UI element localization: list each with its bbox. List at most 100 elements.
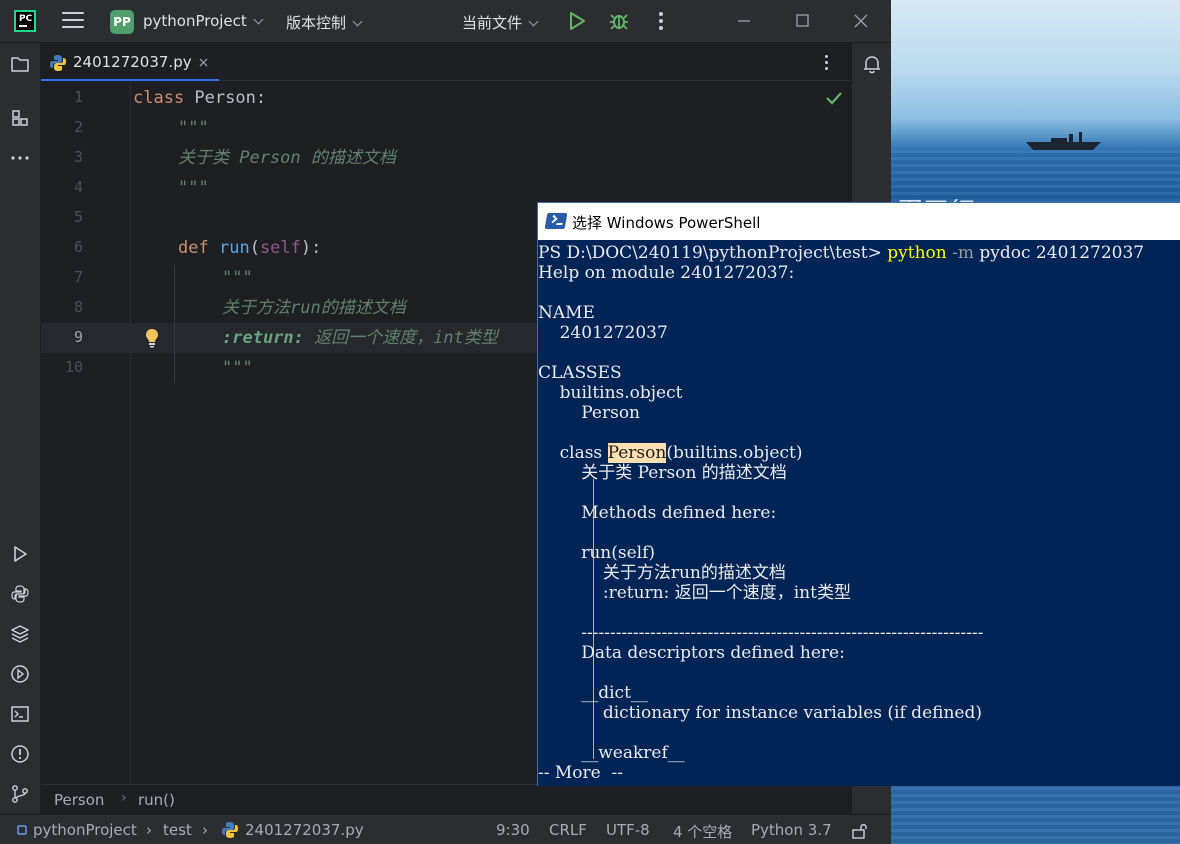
- run-icon[interactable]: [566, 10, 588, 32]
- console-command-line: PS D:\DOC\240119\pythonProject\test> pyt…: [538, 243, 1144, 263]
- chevron-down-icon: [528, 16, 539, 27]
- python-file-icon: [50, 55, 66, 71]
- terminal-icon[interactable]: [9, 703, 31, 725]
- maximize-icon[interactable]: [790, 10, 814, 32]
- problems-icon[interactable]: [9, 743, 31, 765]
- tab-label: 2401272037.py: [73, 53, 192, 71]
- module-icon: [17, 825, 27, 835]
- layers-icon[interactable]: [9, 623, 31, 645]
- breadcrumb-class[interactable]: Person: [54, 791, 104, 809]
- tab-actions-more-icon[interactable]: [823, 55, 829, 73]
- keyword-class: class: [133, 88, 185, 108]
- vcs-menu-label: 版本控制: [286, 14, 347, 32]
- console-line: Person: [538, 403, 640, 423]
- status-project[interactable]: pythonProject: [33, 821, 137, 839]
- debug-icon[interactable]: [608, 10, 630, 32]
- pycharm-logo-icon[interactable]: PC: [14, 10, 36, 32]
- console-line: 关于方法run的描述文档: [538, 563, 786, 583]
- console-line: Help on module 2401272037:: [538, 263, 795, 283]
- docstring-quote: """: [222, 358, 253, 378]
- function-name: run: [218, 238, 250, 258]
- docstring-quote: """: [222, 268, 253, 288]
- line-number: 2: [73, 118, 83, 136]
- code-line-2: """: [133, 113, 851, 143]
- line-number-current: 9: [73, 328, 83, 346]
- folder-icon[interactable]: [9, 53, 31, 75]
- python-console-icon[interactable]: [9, 583, 31, 605]
- boat-icon: [1026, 132, 1101, 150]
- project-switcher[interactable]: pythonProject: [143, 12, 264, 30]
- notifications-icon[interactable]: [861, 53, 883, 75]
- line-number-gutter: 1 2 3 4 5 6 7 8 9 10: [41, 82, 131, 784]
- tab-2401272037-py[interactable]: 2401272037.py ×: [41, 43, 220, 81]
- console-prompt: PS D:\DOC\240119\pythonProject\test>: [538, 243, 888, 263]
- status-caret-position[interactable]: 9:30: [496, 821, 530, 839]
- chevron-down-icon: [253, 14, 264, 25]
- powershell-title-bar[interactable]: 选择 Windows PowerShell: [538, 203, 1180, 240]
- breadcrumb-method[interactable]: run(): [138, 791, 175, 809]
- selected-text: Person: [607, 443, 667, 463]
- docstring-quote: """: [178, 118, 209, 138]
- line-number: 3: [73, 148, 83, 166]
- powershell-title: 选择 Windows PowerShell: [572, 214, 761, 232]
- keyword-def: def: [178, 238, 209, 258]
- run-icon[interactable]: [9, 543, 31, 565]
- console-line: 关于类 Person 的描述文档: [538, 463, 787, 483]
- status-bar: pythonProject › test › 2401272037.py 9:3…: [0, 814, 891, 844]
- docstring-return-tag: :return:: [222, 328, 304, 348]
- code-line-1: class Person:: [133, 83, 851, 113]
- more-icon[interactable]: [658, 12, 664, 32]
- docstring-text: 关于类 Person 的描述文档: [178, 148, 396, 168]
- project-badge[interactable]: PP: [110, 10, 134, 34]
- more-icon[interactable]: [9, 147, 31, 169]
- left-tool-strip: [0, 43, 41, 814]
- minimize-icon[interactable]: [732, 10, 756, 32]
- console-args: pydoc 2401272037: [974, 243, 1145, 263]
- console-line: __dict__: [538, 683, 648, 703]
- status-folder[interactable]: test: [163, 821, 192, 839]
- console-class-line: class Person(builtins.object): [538, 443, 803, 463]
- chevron-down-icon: [352, 16, 363, 27]
- class-name: Person:: [184, 88, 267, 108]
- title-bar: PC PP pythonProject 版本控制 当前文件: [0, 0, 891, 43]
- tab-close-icon[interactable]: ×: [198, 55, 210, 71]
- console-line: run(self): [538, 543, 656, 563]
- logo-text: PC: [19, 14, 33, 24]
- status-line-ending[interactable]: CRLF: [549, 821, 587, 839]
- status-indent[interactable]: 4 个空格: [673, 821, 732, 842]
- docstring-quote: """: [178, 178, 209, 198]
- docstring-text: 关于方法run的描述文档: [222, 298, 406, 318]
- hamburger-menu-icon[interactable]: [62, 12, 84, 30]
- code-line-4: """: [133, 173, 851, 203]
- line-number: 6: [73, 238, 83, 256]
- structure-icon[interactable]: [9, 107, 31, 129]
- console-line: builtins.object: [538, 383, 683, 403]
- services-icon[interactable]: [9, 663, 31, 685]
- console-flag: -m: [946, 243, 974, 263]
- console-line: dictionary for instance variables (if de…: [538, 703, 982, 723]
- console-line: 2401272037: [538, 323, 668, 343]
- unlock-icon[interactable]: [851, 822, 869, 840]
- line-number: 4: [73, 178, 83, 196]
- powershell-window[interactable]: 选择 Windows PowerShell PS D:\DOC\240119\p…: [537, 202, 1180, 786]
- console-line: CLASSES: [538, 363, 622, 383]
- status-separator: ›: [202, 821, 208, 839]
- status-interpreter[interactable]: Python 3.7: [751, 821, 832, 839]
- run-config-label: 当前文件: [462, 14, 523, 32]
- status-encoding[interactable]: UTF-8: [606, 821, 650, 839]
- console-line: Data descriptors defined here:: [538, 643, 845, 663]
- console-more-prompt: -- More --: [538, 763, 624, 783]
- status-file[interactable]: 2401272037.py: [245, 821, 364, 839]
- powershell-icon: [544, 213, 568, 229]
- vcs-menu[interactable]: 版本控制: [286, 12, 363, 33]
- self-param: self: [259, 238, 301, 258]
- console-line: NAME: [538, 303, 595, 323]
- line-number: 7: [73, 268, 83, 286]
- git-icon[interactable]: [9, 783, 31, 805]
- close-icon[interactable]: [849, 10, 873, 32]
- console-command: python: [887, 243, 947, 263]
- line-number: 10: [64, 358, 83, 376]
- powershell-console[interactable]: PS D:\DOC\240119\pythonProject\test> pyt…: [538, 241, 1180, 786]
- run-config-selector[interactable]: 当前文件: [462, 12, 539, 33]
- code-line-3: 关于类 Person 的描述文档: [133, 143, 851, 173]
